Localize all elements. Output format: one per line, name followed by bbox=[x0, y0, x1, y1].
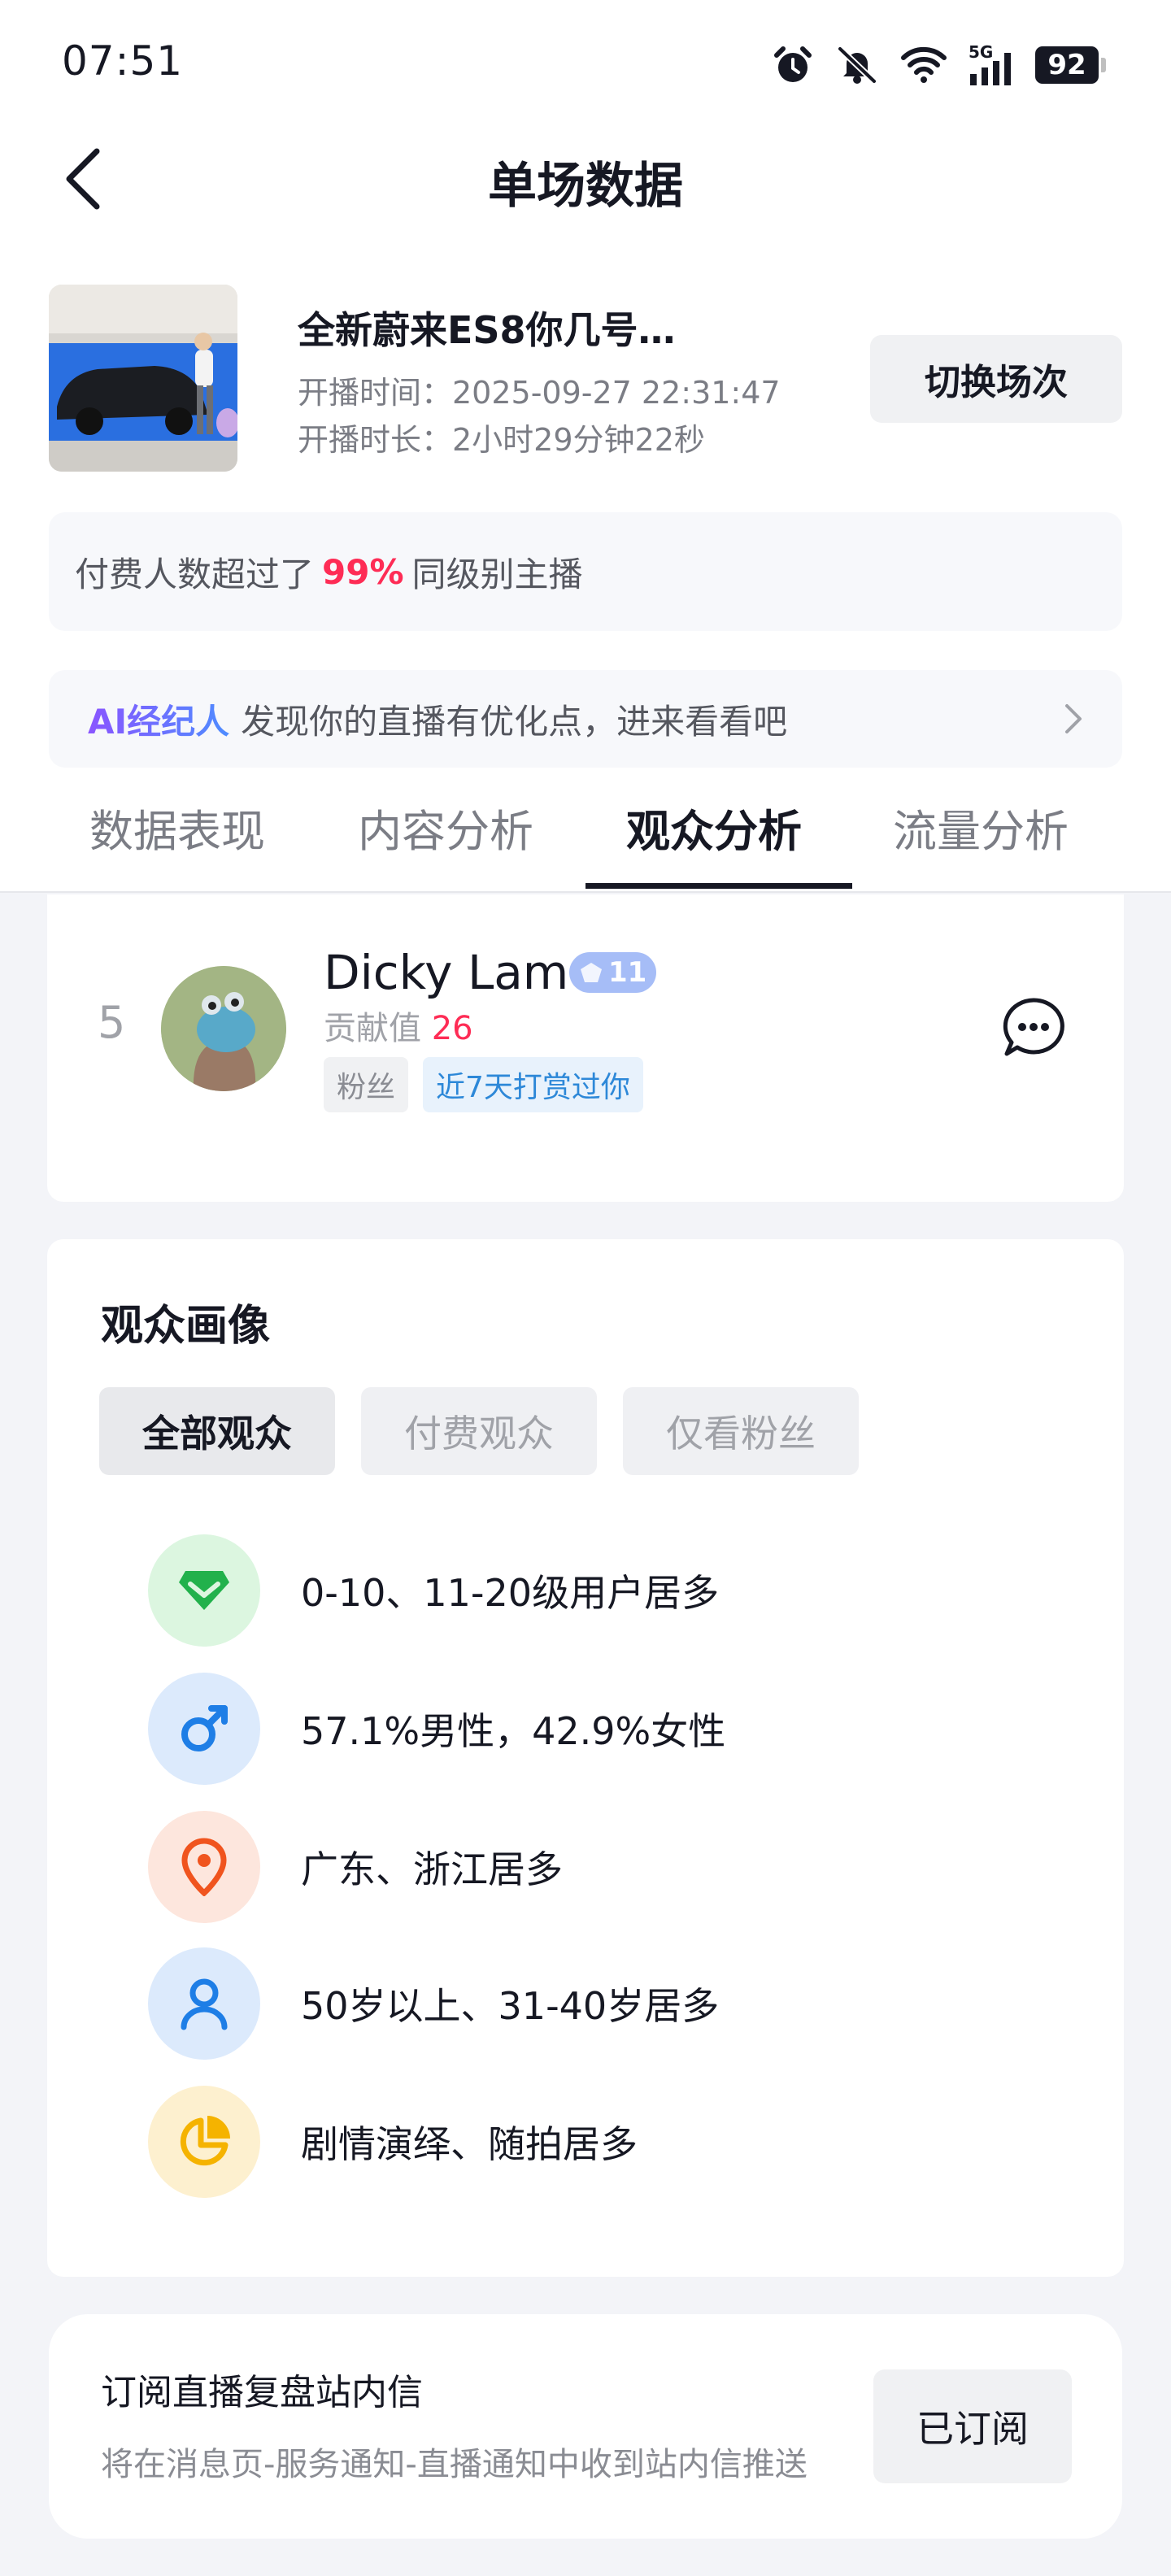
message-icon[interactable] bbox=[997, 992, 1070, 1065]
session-thumbnail[interactable] bbox=[49, 285, 237, 472]
filter-paid-audience[interactable]: 付费观众 bbox=[361, 1387, 597, 1475]
session-title: 全新蔚来ES8你几号… bbox=[298, 308, 676, 352]
profile-row-region: 广东、浙江居多 bbox=[148, 1810, 563, 1924]
tab-audience-analysis[interactable]: 观众分析 bbox=[626, 795, 802, 859]
contributor-rank: 5 bbox=[98, 997, 126, 1048]
session-start-time: 开播时间：2025-09-27 22:31:47 bbox=[298, 375, 781, 411]
ai-agent-banner[interactable]: AI经纪人 发现你的直播有优化点，进来看看吧 bbox=[49, 670, 1122, 768]
subscribed-button[interactable]: 已订阅 bbox=[873, 2369, 1072, 2483]
male-icon bbox=[148, 1673, 260, 1785]
tab-traffic-analysis[interactable]: 流量分析 bbox=[893, 795, 1069, 859]
level-badge: 11 bbox=[569, 952, 657, 993]
paid-users-banner: 付费人数超过了 99% 同级别主播 bbox=[49, 512, 1122, 631]
alarm-icon bbox=[774, 46, 812, 82]
person-icon bbox=[148, 1947, 260, 2060]
contribution-value: 26 bbox=[431, 1010, 473, 1047]
profile-text-level: 0-10、11-20级用户居多 bbox=[301, 1571, 720, 1615]
paid-banner-suffix: 同级别主播 bbox=[411, 554, 583, 594]
profile-text-region: 广东、浙江居多 bbox=[301, 1847, 563, 1891]
tab-data-performance[interactable]: 数据表现 bbox=[89, 795, 265, 859]
profile-text-age: 50岁以上、31-40岁居多 bbox=[301, 1984, 720, 2028]
contribution: 贡献值 26 bbox=[324, 1002, 473, 1049]
filter-fans-only[interactable]: 仅看粉丝 bbox=[623, 1387, 859, 1475]
ai-agent-tag: AI经纪人 bbox=[88, 694, 229, 744]
pie-chart-icon bbox=[148, 2086, 260, 2198]
tag-fans: 粉丝 bbox=[324, 1057, 409, 1112]
status-time: 07:51 bbox=[62, 37, 184, 85]
tag-recent-tip: 近7天打赏过你 bbox=[423, 1057, 643, 1112]
tab-content-analysis[interactable]: 内容分析 bbox=[358, 795, 533, 859]
ai-agent-text: 发现你的直播有优化点，进来看看吧 bbox=[241, 701, 788, 742]
chevron-right-icon bbox=[1065, 704, 1082, 733]
profile-text-gender: 57.1%男性，42.9%女性 bbox=[301, 1709, 726, 1753]
audience-profile-title: 观众画像 bbox=[101, 1302, 271, 1351]
tab-divider bbox=[0, 891, 1171, 893]
wifi-icon bbox=[901, 46, 947, 83]
network-label: 5G bbox=[969, 43, 993, 62]
location-pin-icon bbox=[148, 1811, 260, 1923]
subscribe-description: 将在消息页-服务通知-直播通知中收到站内信推送 bbox=[101, 2446, 808, 2483]
signal-5g-icon: 5G bbox=[969, 43, 1011, 85]
level-badge-icon bbox=[581, 963, 602, 982]
mute-bell-icon bbox=[838, 46, 877, 84]
filter-all-audience[interactable]: 全部观众 bbox=[99, 1387, 335, 1475]
battery-tip bbox=[1101, 58, 1106, 72]
profile-row-level: 0-10、11-20级用户居多 bbox=[148, 1534, 719, 1647]
contributor-name[interactable]: Dicky Lam bbox=[324, 945, 568, 1000]
contribution-label: 贡献值 bbox=[324, 1010, 421, 1047]
paid-banner-prefix: 付费人数超过了 bbox=[75, 554, 315, 594]
avatar[interactable] bbox=[161, 966, 286, 1091]
diamond-icon bbox=[148, 1534, 260, 1647]
profile-row-age: 50岁以上、31-40岁居多 bbox=[148, 1947, 719, 2060]
subscribe-title: 订阅直播复盘站内信 bbox=[101, 2372, 423, 2413]
active-tab-indicator bbox=[586, 883, 852, 889]
paid-banner-percent: 99% bbox=[322, 551, 404, 592]
session-duration: 开播时长：2小时29分钟22秒 bbox=[298, 422, 705, 458]
battery-level: 92 bbox=[1035, 46, 1099, 84]
page-title: 单场数据 bbox=[488, 158, 683, 215]
status-icons: 5G 92 bbox=[772, 41, 1106, 89]
profile-text-interest: 剧情演绎、随拍居多 bbox=[301, 2122, 638, 2166]
battery-indicator: 92 bbox=[1035, 46, 1106, 84]
profile-row-interest: 剧情演绎、随拍居多 bbox=[148, 2085, 638, 2199]
switch-session-button[interactable]: 切换场次 bbox=[870, 335, 1122, 423]
profile-row-gender: 57.1%男性，42.9%女性 bbox=[148, 1672, 725, 1786]
level-value: 11 bbox=[608, 956, 647, 989]
